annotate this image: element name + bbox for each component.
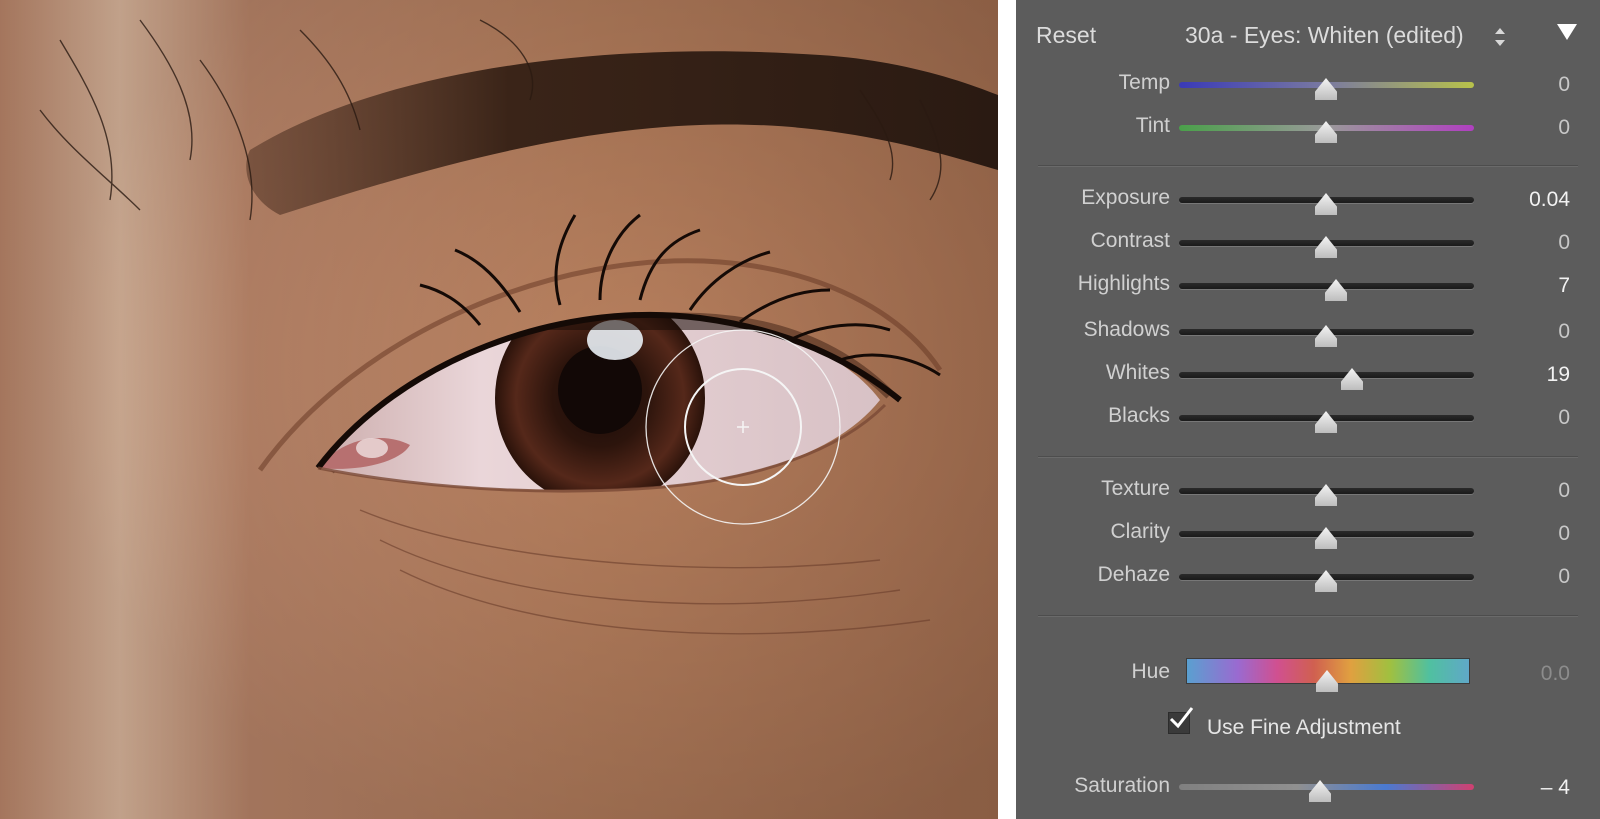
reset-button[interactable]: Reset [1036,22,1096,49]
section-divider [1038,615,1578,616]
eye-closeup-image [0,0,998,819]
whites-label: Whites [1105,361,1170,384]
exposure-label: Exposure [1081,186,1170,209]
up-down-stepper-icon[interactable] [1494,25,1506,49]
fine-adjustment-label[interactable]: Use Fine Adjustment [1207,716,1401,740]
hue-label: Hue [1131,660,1170,683]
contrast-value[interactable]: 0 [1558,231,1570,255]
dehaze-value[interactable]: 0 [1558,565,1570,589]
section-divider [1038,165,1578,166]
triangle-down-icon[interactable] [1556,22,1578,42]
tint-value[interactable]: 0 [1558,116,1570,140]
texture-label: Texture [1101,477,1170,500]
saturation-value[interactable]: – 4 [1541,776,1570,800]
clarity-label: Clarity [1110,520,1170,543]
checkmark-icon [1169,707,1194,729]
shadows-value[interactable]: 0 [1558,320,1570,344]
contrast-label: Contrast [1090,229,1170,252]
dehaze-label: Dehaze [1097,563,1170,586]
blacks-value[interactable]: 0 [1558,406,1570,430]
shadows-label: Shadows [1083,318,1170,341]
photo-canvas[interactable] [0,0,998,819]
local-adjustment-panel: Reset 30a - Eyes: Whiten (edited) Temp 0… [1016,0,1600,819]
temp-value[interactable]: 0 [1558,73,1570,97]
fine-adjustment-checkbox[interactable] [1168,707,1194,734]
preset-name[interactable]: 30a - Eyes: Whiten (edited) [1185,22,1464,49]
exposure-value[interactable]: 0.04 [1529,188,1570,212]
hue-value[interactable]: 0.0 [1541,662,1570,686]
texture-value[interactable]: 0 [1558,479,1570,503]
whites-slider-track[interactable] [1179,372,1474,378]
highlights-value[interactable]: 7 [1558,274,1570,298]
temp-label: Temp [1118,71,1170,94]
tint-label: Tint [1135,114,1170,137]
clarity-value[interactable]: 0 [1558,522,1570,546]
whites-value[interactable]: 19 [1547,363,1570,387]
highlights-label: Highlights [1077,272,1170,295]
highlights-slider-track[interactable] [1179,283,1474,289]
section-divider [1038,456,1578,457]
blacks-label: Blacks [1108,404,1170,427]
saturation-label: Saturation [1074,774,1170,797]
